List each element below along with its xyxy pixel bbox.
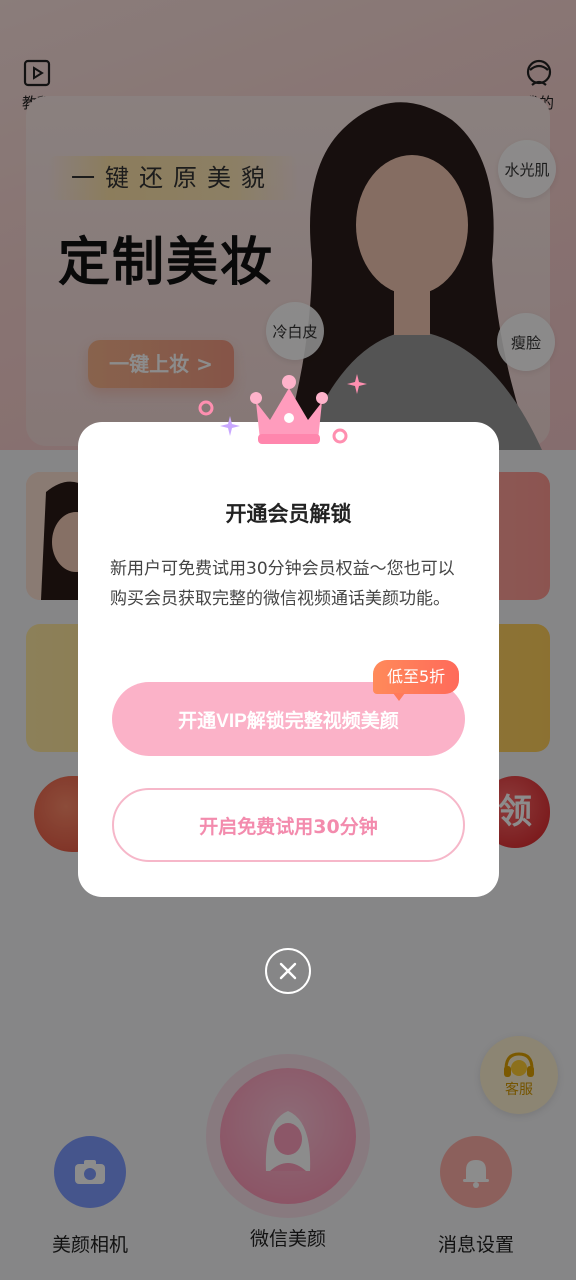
discount-badge: 低至5折 (373, 660, 460, 701)
dialog-description: 新用户可免费试用30分钟会员权益～您也可以购买会员获取完整的微信视频通话美颜功能… (110, 559, 455, 609)
vip-unlock-dialog: 开通会员解锁 新用户可免费试用30分钟会员权益～您也可以购买会员获取完整的微信视… (78, 422, 499, 897)
free-trial-button[interactable]: 开启免费试用30分钟 (112, 788, 465, 862)
close-dialog-button[interactable] (265, 948, 311, 994)
dialog-title: 开通会员解锁 (225, 502, 352, 526)
close-icon (279, 962, 297, 980)
crown-icon (198, 374, 367, 444)
